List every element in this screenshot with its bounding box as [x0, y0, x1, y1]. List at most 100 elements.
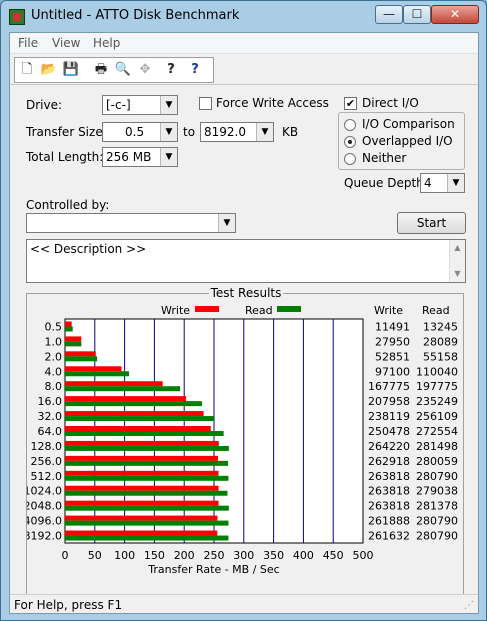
- menu-help[interactable]: Help: [93, 36, 120, 50]
- read-bar: [65, 416, 215, 422]
- read-bar: [65, 460, 229, 466]
- write-value: 261632: [368, 530, 410, 543]
- results-chart: Write Read Write Read 0 50 100 150 200 250 300 350 4…: [24, 304, 459, 576]
- legend-read-label: Read: [245, 304, 273, 317]
- scroll-down-icon[interactable]: ▼: [450, 266, 465, 282]
- print-preview-icon[interactable]: 🔍: [113, 60, 133, 80]
- write-value: 52851: [375, 350, 410, 363]
- queue-depth-select[interactable]: 4 ▼: [420, 173, 465, 193]
- menu-bar: File View Help: [10, 33, 478, 54]
- read-value: 55158: [423, 350, 458, 363]
- force-write-checkbox[interactable]: [199, 97, 212, 110]
- chevron-down-icon[interactable]: ▼: [447, 174, 464, 192]
- controlled-by-select[interactable]: ▼: [26, 213, 236, 233]
- maximize-button[interactable]: ☐: [403, 5, 431, 24]
- read-value: 197775: [416, 380, 458, 393]
- neither-radio[interactable]: [344, 153, 356, 165]
- title-bar[interactable]: Untitled - ATTO Disk Benchmark — ☐ ✕: [1, 1, 486, 32]
- save-icon[interactable]: 💾: [61, 60, 81, 80]
- total-length-value: 256 MB: [106, 150, 152, 164]
- resize-grip-icon[interactable]: ⋰: [464, 600, 476, 612]
- read-value: 280790: [416, 515, 458, 528]
- x-tick-label: 200: [174, 549, 195, 562]
- read-value: 281498: [416, 440, 458, 453]
- direct-io-checkbox[interactable]: ✔: [344, 97, 357, 110]
- column-header-read: Read: [422, 304, 450, 317]
- read-value: 13245: [423, 320, 458, 333]
- chevron-down-icon[interactable]: ▼: [160, 123, 177, 141]
- write-value: 262918: [368, 455, 410, 468]
- read-bar: [65, 341, 82, 347]
- x-tick-label: 50: [88, 549, 102, 562]
- chevron-down-icon[interactable]: ▼: [160, 148, 177, 166]
- x-tick-label: 500: [353, 549, 374, 562]
- write-bar: [65, 336, 82, 342]
- write-bar: [65, 321, 72, 327]
- x-tick-label: 450: [323, 549, 344, 562]
- queue-depth-value: 4: [424, 176, 432, 190]
- overlapped-io-label: Overlapped I/O: [362, 134, 453, 148]
- read-value: 280790: [416, 530, 458, 543]
- chevron-down-icon[interactable]: ▼: [160, 96, 177, 114]
- start-button[interactable]: Start: [397, 212, 466, 234]
- overlapped-io-radio[interactable]: [344, 136, 356, 148]
- category-label: 32.0: [38, 410, 63, 423]
- category-label: 2.0: [45, 350, 63, 363]
- x-tick-label: 350: [263, 549, 284, 562]
- write-bar: [65, 366, 122, 372]
- menu-view[interactable]: View: [52, 36, 80, 50]
- chevron-down-icon[interactable]: ▼: [218, 214, 235, 232]
- category-label: 512.0: [31, 470, 63, 483]
- read-bar: [65, 445, 229, 451]
- category-label: 0.5: [45, 320, 63, 333]
- read-value: 28089: [423, 335, 458, 348]
- atto-app-icon[interactable]: [9, 9, 25, 25]
- read-value: 281378: [416, 500, 458, 513]
- write-value: 250478: [368, 425, 410, 438]
- direct-io-label: Direct I/O: [362, 96, 419, 110]
- drive-select[interactable]: [-c-] ▼: [102, 95, 178, 115]
- description-textarea[interactable]: << Description >> ▲ ▼: [26, 239, 466, 283]
- total-length-select[interactable]: 256 MB ▼: [102, 147, 178, 167]
- write-value: 263818: [368, 485, 410, 498]
- read-bar: [65, 371, 130, 377]
- write-value: 263818: [368, 470, 410, 483]
- x-axis-label: Transfer Rate - MB / Sec: [147, 563, 279, 576]
- read-value: 280790: [416, 470, 458, 483]
- transfer-size-from-select[interactable]: 0.5 ▼: [102, 122, 178, 142]
- context-help-icon[interactable]: ?: [185, 60, 205, 80]
- test-results-group: Test Results Write Read Write Read 0 50 100 150…: [24, 286, 464, 595]
- new-file-icon[interactable]: 🗋: [17, 60, 37, 80]
- controlled-by-label: Controlled by:: [26, 198, 110, 212]
- x-tick-label: 400: [293, 549, 314, 562]
- drive-value: [-c-]: [106, 98, 131, 112]
- description-scrollbar[interactable]: ▲ ▼: [449, 240, 465, 282]
- io-comparison-radio[interactable]: [344, 119, 356, 131]
- read-value: 280059: [416, 455, 458, 468]
- write-bar: [65, 381, 163, 387]
- read-value: 110040: [416, 365, 458, 378]
- window-title: Untitled - ATTO Disk Benchmark: [31, 8, 240, 23]
- transfer-size-to-select[interactable]: 8192.0 ▼: [200, 122, 274, 142]
- category-label: 8192.0: [27, 530, 62, 543]
- write-bar: [65, 530, 218, 536]
- print-icon[interactable]: 🖶: [91, 60, 111, 80]
- read-bar: [65, 475, 229, 481]
- help-icon[interactable]: ?: [161, 60, 181, 80]
- chevron-down-icon[interactable]: ▼: [256, 123, 273, 141]
- toolbar: 🗋 📂 💾 🖶 🔍 ✥ ? ?: [10, 55, 478, 85]
- scroll-up-icon[interactable]: ▲: [450, 240, 465, 256]
- x-tick-label: 0: [62, 549, 69, 562]
- to-label: to: [183, 125, 196, 139]
- move-icon[interactable]: ✥: [135, 60, 155, 80]
- category-label: 1024.0: [27, 485, 62, 498]
- menu-file[interactable]: File: [18, 36, 38, 50]
- write-bar: [65, 396, 187, 402]
- close-button[interactable]: ✕: [431, 5, 479, 24]
- x-tick-label: 100: [114, 549, 135, 562]
- write-bar: [65, 426, 211, 431]
- write-value: 261888: [368, 515, 410, 528]
- open-folder-icon[interactable]: 📂: [39, 60, 59, 80]
- minimize-button[interactable]: —: [375, 5, 403, 24]
- write-bar: [65, 485, 219, 491]
